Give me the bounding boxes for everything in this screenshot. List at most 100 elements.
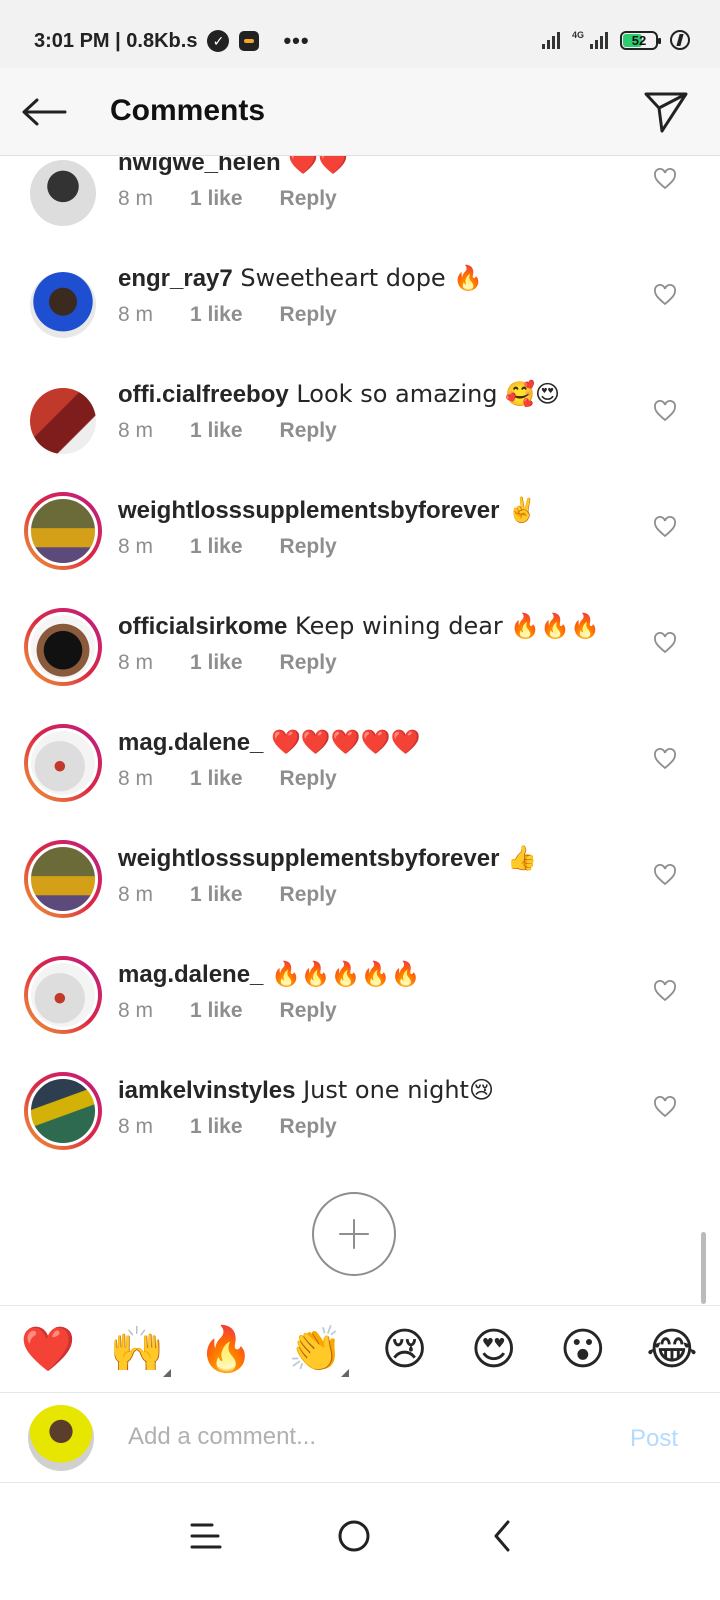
- like-button[interactable]: [650, 976, 680, 1006]
- comment-likes[interactable]: 1 like: [190, 999, 243, 1023]
- signal-icon-2: [590, 31, 608, 49]
- status-right: 4G 52: [541, 30, 690, 50]
- comment-item: weightlosssupplementsbyforever ✌️ 8 m 1 …: [0, 492, 720, 608]
- skin-tone-indicator-icon: [341, 1369, 350, 1377]
- comment-input[interactable]: [128, 1417, 588, 1457]
- comment-text: ✌️: [499, 496, 537, 524]
- comments-list[interactable]: nwigwe_helen ❤️❤️ 8 m 1 like Reply engr_…: [0, 156, 720, 1306]
- comment-composer: Post: [0, 1393, 720, 1483]
- comment-likes[interactable]: 1 like: [190, 651, 243, 675]
- reply-button[interactable]: Reply: [280, 535, 337, 559]
- back-button[interactable]: [20, 90, 68, 134]
- emoji-heart-eyes-button[interactable]: 😍: [464, 1319, 524, 1379]
- chevron-left-icon: [494, 1520, 510, 1552]
- reply-button[interactable]: Reply: [280, 883, 337, 907]
- battery-level: 52: [631, 32, 647, 48]
- reply-button[interactable]: Reply: [280, 419, 337, 443]
- like-button[interactable]: [650, 860, 680, 890]
- avatar-story-ring[interactable]: [24, 608, 102, 686]
- like-button[interactable]: [650, 744, 680, 774]
- comment-time: 8 m: [118, 651, 154, 674]
- home-button[interactable]: [324, 1506, 384, 1566]
- avatar[interactable]: [24, 382, 102, 460]
- scrollbar[interactable]: [701, 1232, 706, 1304]
- comment-time: 8 m: [118, 1115, 154, 1138]
- comment-text: 👍: [499, 844, 537, 872]
- comment-time: 8 m: [118, 999, 154, 1022]
- comment-likes[interactable]: 1 like: [190, 883, 243, 907]
- heart-outline-icon: [654, 516, 676, 538]
- avatar[interactable]: [24, 266, 102, 344]
- emoji-surprised-button[interactable]: 😮: [553, 1319, 613, 1379]
- emoji-heart-button[interactable]: ❤️: [18, 1319, 78, 1379]
- like-button[interactable]: [650, 280, 680, 310]
- comment-time: 8 m: [118, 187, 154, 210]
- comment-item: nwigwe_helen ❤️❤️ 8 m 1 like Reply: [0, 156, 720, 260]
- comment-text: ❤️❤️❤️❤️❤️: [263, 728, 421, 756]
- comment-username[interactable]: engr_ray7: [118, 265, 233, 292]
- load-more-button[interactable]: [312, 1192, 396, 1276]
- avatar-story-ring[interactable]: [24, 724, 102, 802]
- comment-likes[interactable]: 1 like: [190, 187, 243, 211]
- post-button[interactable]: Post: [630, 1425, 678, 1453]
- share-button[interactable]: [642, 88, 690, 136]
- comment-item: mag.dalene_ ❤️❤️❤️❤️❤️ 8 m 1 like Reply: [0, 724, 720, 840]
- emoji-clap-button[interactable]: 👏: [285, 1319, 350, 1379]
- comment-username[interactable]: officialsirkome: [118, 613, 287, 640]
- comment-username[interactable]: weightlosssupplementsbyforever: [118, 497, 499, 524]
- battery-icon: 52: [620, 30, 661, 50]
- direct-send-icon: [644, 92, 688, 133]
- avatar-story-ring[interactable]: [24, 956, 102, 1034]
- reply-button[interactable]: Reply: [280, 767, 337, 791]
- comment-likes[interactable]: 1 like: [190, 535, 243, 559]
- emoji-cry-button[interactable]: 😢: [375, 1319, 435, 1379]
- comment-item: offi.cialfreeboy Look so amazing 🥰😍 8 m …: [0, 376, 720, 492]
- heart-outline-icon: [654, 748, 676, 770]
- status-bar: 3:01 PM | 0.8Kb.s ✓ ••• 4G 52: [0, 0, 720, 68]
- comment-username[interactable]: iamkelvinstyles: [118, 1077, 295, 1104]
- avatar-story-ring[interactable]: [24, 840, 102, 918]
- comment-likes[interactable]: 1 like: [190, 303, 243, 327]
- like-button[interactable]: [650, 164, 680, 194]
- status-left: 3:01 PM | 0.8Kb.s ✓ •••: [34, 28, 310, 54]
- reply-button[interactable]: Reply: [280, 999, 337, 1023]
- avatar-story-ring[interactable]: [24, 1072, 102, 1150]
- comment-item: engr_ray7 Sweetheart dope 🔥 8 m 1 like R…: [0, 260, 720, 376]
- comment-likes[interactable]: 1 like: [190, 1115, 243, 1139]
- heart-outline-icon: [654, 168, 676, 190]
- emoji-fire-button[interactable]: 🔥: [196, 1319, 256, 1379]
- reply-button[interactable]: Reply: [280, 303, 337, 327]
- back-nav-button[interactable]: [472, 1506, 532, 1566]
- page-title: Comments: [110, 94, 266, 127]
- heart-outline-icon: [654, 400, 676, 422]
- comment-username[interactable]: nwigwe_helen: [118, 156, 281, 176]
- home-circle-icon: [338, 1520, 370, 1552]
- comment-username[interactable]: mag.dalene_: [118, 961, 263, 988]
- avatar-story-ring[interactable]: [24, 492, 102, 570]
- signal-icon: [541, 31, 560, 49]
- comment-text: Sweetheart dope 🔥: [232, 264, 484, 292]
- comment-item: iamkelvinstyles Just one night😢 8 m 1 li…: [0, 1072, 720, 1188]
- like-button[interactable]: [650, 628, 680, 658]
- comment-username[interactable]: mag.dalene_: [118, 729, 263, 756]
- comment-text: 🔥🔥🔥🔥🔥: [263, 960, 421, 988]
- comment-likes[interactable]: 1 like: [190, 767, 243, 791]
- comment-text: Look so amazing 🥰😍: [288, 380, 561, 408]
- comment-likes[interactable]: 1 like: [190, 419, 243, 443]
- reply-button[interactable]: Reply: [280, 1115, 337, 1139]
- reply-button[interactable]: Reply: [280, 187, 337, 211]
- recent-apps-button[interactable]: [176, 1506, 236, 1566]
- avatar[interactable]: [24, 156, 102, 232]
- like-button[interactable]: [650, 396, 680, 426]
- comment-username[interactable]: weightlosssupplementsbyforever: [118, 845, 499, 872]
- emoji-laugh-button[interactable]: 😂: [642, 1319, 702, 1379]
- emoji-raised-hands-button[interactable]: 🙌: [107, 1319, 172, 1379]
- system-nav-bar: [0, 1484, 720, 1600]
- comment-item: weightlosssupplementsbyforever 👍 8 m 1 l…: [0, 840, 720, 956]
- like-button[interactable]: [650, 1092, 680, 1122]
- like-button[interactable]: [650, 512, 680, 542]
- comment-username[interactable]: offi.cialfreeboy: [118, 381, 289, 408]
- heart-outline-icon: [654, 980, 676, 1002]
- quick-emoji-bar: ❤️ 🙌 🔥 👏 😢 😍 😮 😂: [0, 1305, 720, 1393]
- reply-button[interactable]: Reply: [280, 651, 337, 675]
